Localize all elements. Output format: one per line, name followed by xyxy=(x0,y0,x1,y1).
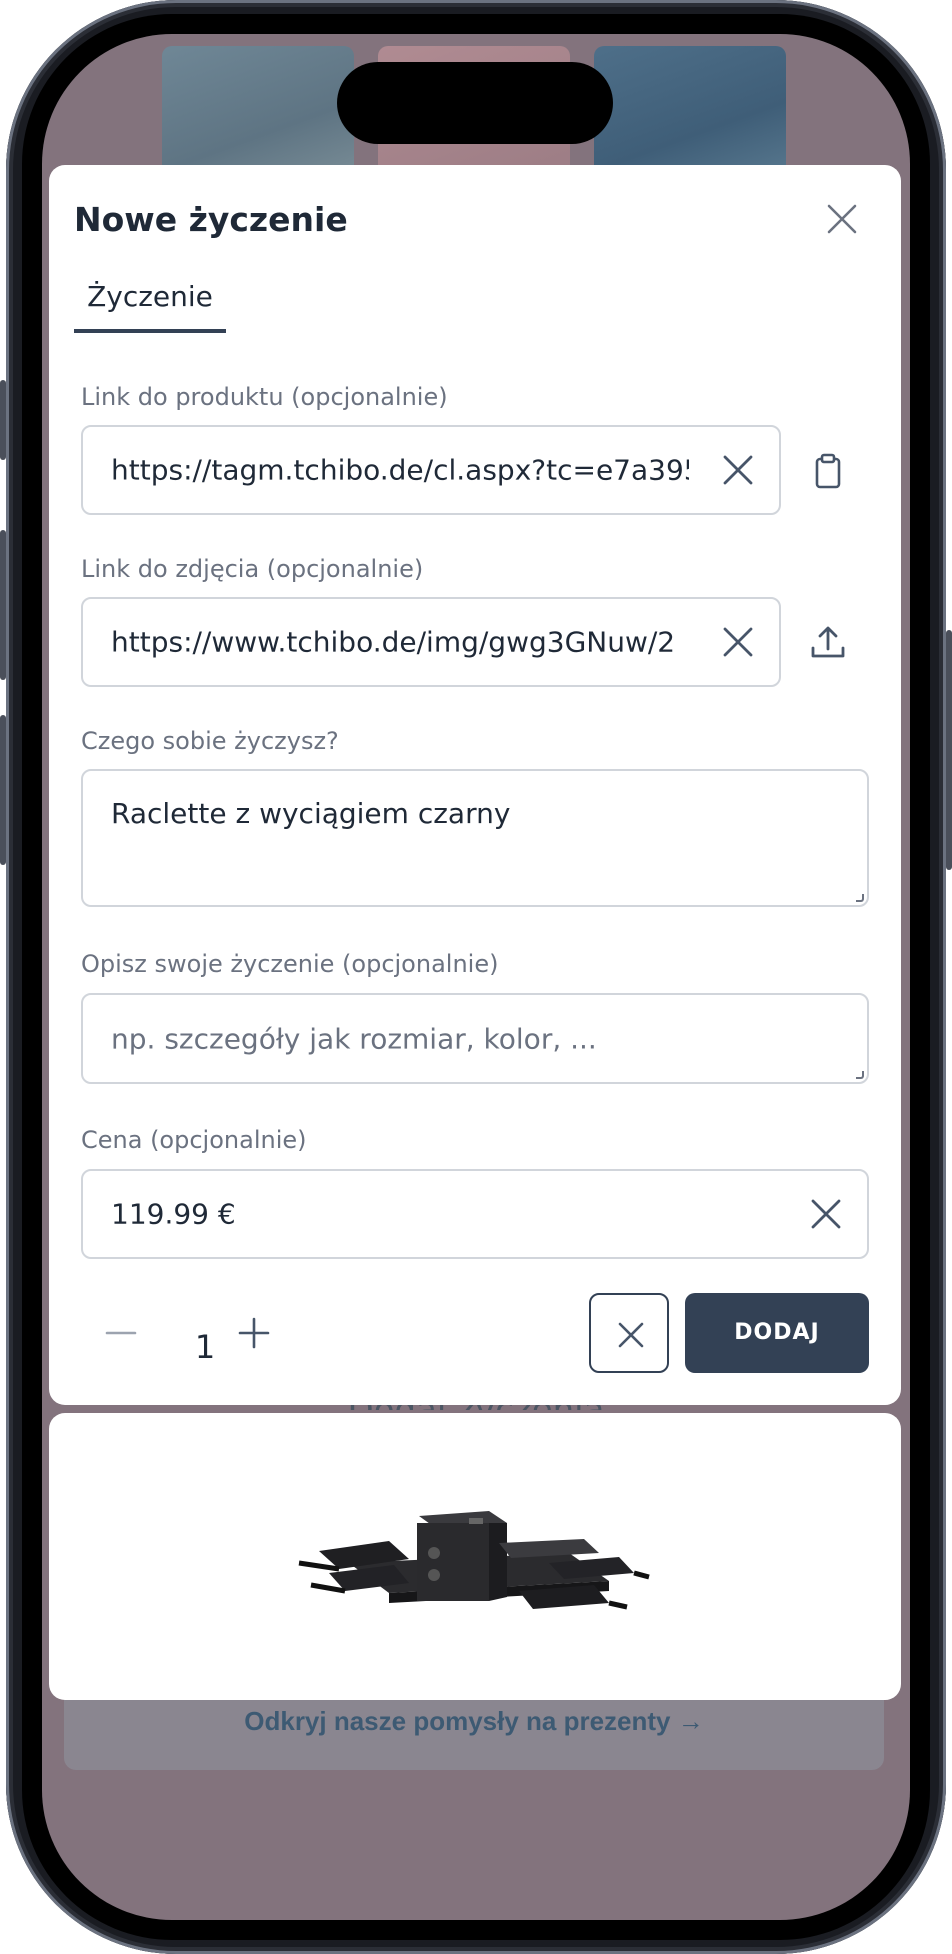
close-modal-button[interactable] xyxy=(824,201,860,237)
modal-title: Nowe życzenie xyxy=(74,200,348,239)
upload-icon xyxy=(811,626,845,658)
description-placeholder: np. szczegóły jak rozmiar, kolor, ... xyxy=(111,1022,597,1055)
plus-icon xyxy=(238,1317,270,1349)
price-value: 119.99 € xyxy=(111,1197,236,1231)
new-wish-modal: Nowe życzenie Życzenie Link do produktu … xyxy=(49,165,901,1405)
minus-icon xyxy=(105,1331,137,1335)
description-label: Opisz swoje życzenie (opcjonalnie) xyxy=(81,950,499,978)
close-icon xyxy=(827,204,857,234)
close-icon xyxy=(618,1322,644,1348)
clipboard-icon xyxy=(815,453,841,489)
product-link-value: https://tagm.tchibo.de/cl.aspx?tc=e7a395 xyxy=(111,453,689,487)
close-icon xyxy=(723,455,753,485)
wish-value: Raclette z wyciągiem czarny xyxy=(111,797,511,830)
close-icon xyxy=(723,627,753,657)
price-label: Cena (opcjonalnie) xyxy=(81,1126,307,1154)
quantity-value: 1 xyxy=(194,1328,216,1366)
decrease-quantity-button[interactable] xyxy=(104,1316,138,1350)
close-icon xyxy=(811,1199,841,1229)
clear-price-button[interactable] xyxy=(809,1197,843,1231)
image-link-value: https://www.tchibo.de/img/gwg3GNuw/2 xyxy=(111,625,676,659)
product-link-label: Link do produktu (opcjonalnie) xyxy=(81,383,448,411)
price-field[interactable]: 119.99 € xyxy=(81,1169,869,1259)
image-link-label: Link do zdjęcia (opcjonalnie) xyxy=(81,555,424,583)
raclette-product-image xyxy=(298,1511,650,1610)
wish-textarea[interactable]: Raclette z wyciągiem czarny xyxy=(81,769,869,907)
clear-image-link-button[interactable] xyxy=(721,625,755,659)
tab-wish[interactable]: Życzenie xyxy=(74,278,226,333)
resize-handle-icon[interactable] xyxy=(856,894,864,902)
product-link-field[interactable]: https://tagm.tchibo.de/cl.aspx?tc=e7a395 xyxy=(81,425,781,515)
clear-product-link-button[interactable] xyxy=(721,453,755,487)
discover-gift-ideas-link[interactable]: Odkryj nasze pomysły na prezenty → xyxy=(64,1706,884,1737)
phone-power-button xyxy=(946,630,952,870)
dynamic-island xyxy=(337,62,613,144)
image-preview-card xyxy=(49,1413,901,1700)
cancel-button[interactable] xyxy=(589,1293,669,1373)
increase-quantity-button[interactable] xyxy=(237,1316,271,1350)
paste-clipboard-button[interactable] xyxy=(808,451,848,491)
resize-handle-icon[interactable] xyxy=(856,1071,864,1079)
add-wish-button[interactable]: DODAJ xyxy=(685,1293,869,1373)
image-link-field[interactable]: https://www.tchibo.de/img/gwg3GNuw/2 xyxy=(81,597,781,687)
wish-label: Czego sobie życzysz? xyxy=(81,727,339,755)
description-textarea[interactable]: np. szczegóły jak rozmiar, kolor, ... xyxy=(81,993,869,1084)
upload-image-button[interactable] xyxy=(808,623,848,663)
